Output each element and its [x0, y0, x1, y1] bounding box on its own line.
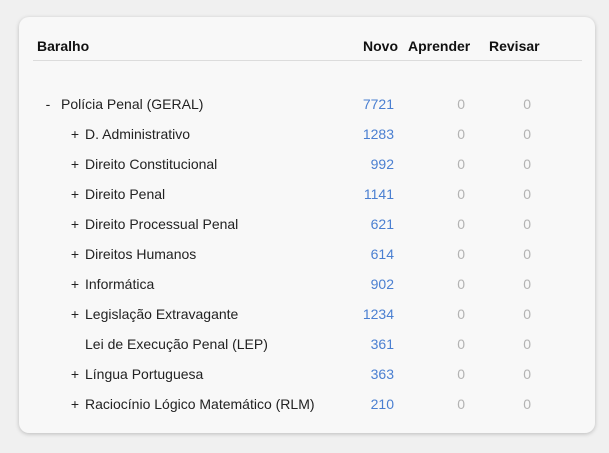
- new-count: 361: [370, 336, 394, 352]
- review-count: 0: [523, 216, 531, 232]
- review-count: 0: [523, 96, 531, 112]
- expand-toggle[interactable]: +: [69, 246, 81, 262]
- deck-name-link[interactable]: Língua Portuguesa: [85, 366, 203, 382]
- deck-name-link[interactable]: Direito Penal: [85, 186, 165, 202]
- deck-table-header: Baralho Novo Aprender Revisar: [19, 17, 595, 61]
- learn-count: 0: [457, 396, 465, 412]
- deck-row: + Legislação Extravagante 1234 0 0: [19, 301, 595, 331]
- expand-toggle[interactable]: +: [69, 366, 81, 382]
- new-count: 1283: [362, 126, 394, 142]
- deck-row: + D. Administrativo 1283 0 0: [19, 121, 595, 151]
- deck-name-link[interactable]: Direitos Humanos: [85, 246, 196, 262]
- review-count: 0: [523, 306, 531, 322]
- new-count: 992: [370, 156, 394, 172]
- learn-count: 0: [457, 336, 465, 352]
- deck-name-link[interactable]: Direito Constitucional: [85, 156, 217, 172]
- new-count: 614: [370, 246, 394, 262]
- deck-row: Lei de Execução Penal (LEP) 361 0 0: [19, 331, 595, 361]
- learn-count: 0: [457, 156, 465, 172]
- deck-name-link[interactable]: Raciocínio Lógico Matemático (RLM): [85, 396, 315, 412]
- review-count: 0: [523, 186, 531, 202]
- expand-toggle[interactable]: +: [69, 156, 81, 172]
- learn-count: 0: [457, 126, 465, 142]
- deck-name-link[interactable]: Lei de Execução Penal (LEP): [85, 336, 268, 352]
- deck-row: + Direito Constitucional 992 0 0: [19, 151, 595, 181]
- column-header-new: Novo: [363, 38, 398, 54]
- deck-row: + Direitos Humanos 614 0 0: [19, 241, 595, 271]
- deck-row: - Polícia Penal (GERAL) 7721 0 0: [19, 91, 595, 121]
- learn-count: 0: [457, 246, 465, 262]
- column-header-deck: Baralho: [37, 38, 90, 54]
- column-header-learn: Aprender: [408, 38, 471, 54]
- review-count: 0: [523, 126, 531, 142]
- review-count: 0: [523, 246, 531, 262]
- column-header-review: Revisar: [489, 38, 540, 54]
- review-count: 0: [523, 336, 531, 352]
- review-count: 0: [523, 366, 531, 382]
- deck-list-card: Baralho Novo Aprender Revisar - Polícia …: [19, 17, 595, 433]
- deck-row: + Língua Portuguesa 363 0 0: [19, 361, 595, 391]
- deck-name-link[interactable]: D. Administrativo: [85, 126, 190, 142]
- deck-rows: - Polícia Penal (GERAL) 7721 0 0 + D. Ad…: [19, 91, 595, 421]
- learn-count: 0: [457, 306, 465, 322]
- new-count: 210: [370, 396, 394, 412]
- new-count: 7721: [362, 96, 394, 112]
- expand-toggle[interactable]: +: [69, 186, 81, 202]
- header-divider: [33, 60, 582, 61]
- new-count: 621: [370, 216, 394, 232]
- deck-row: + Raciocínio Lógico Matemático (RLM) 210…: [19, 391, 595, 421]
- review-count: 0: [523, 276, 531, 292]
- expand-toggle[interactable]: +: [69, 396, 81, 412]
- new-count: 902: [370, 276, 394, 292]
- expand-toggle[interactable]: +: [69, 126, 81, 142]
- deck-name-link[interactable]: Informática: [85, 276, 154, 292]
- deck-row: + Direito Penal 1141 0 0: [19, 181, 595, 211]
- expand-toggle[interactable]: +: [69, 306, 81, 322]
- expand-toggle[interactable]: +: [69, 216, 81, 232]
- review-count: 0: [523, 396, 531, 412]
- deck-name-link[interactable]: Direito Processual Penal: [85, 216, 238, 232]
- deck-row: + Informática 902 0 0: [19, 271, 595, 301]
- learn-count: 0: [457, 276, 465, 292]
- new-count: 1234: [362, 306, 394, 322]
- review-count: 0: [523, 156, 531, 172]
- learn-count: 0: [457, 96, 465, 112]
- deck-name-link[interactable]: Legislação Extravagante: [85, 306, 238, 322]
- deck-name-link[interactable]: Polícia Penal (GERAL): [61, 96, 203, 112]
- new-count: 1141: [363, 186, 394, 202]
- learn-count: 0: [457, 366, 465, 382]
- collapse-toggle[interactable]: -: [42, 96, 54, 112]
- learn-count: 0: [457, 186, 465, 202]
- new-count: 363: [370, 366, 394, 382]
- learn-count: 0: [457, 216, 465, 232]
- deck-row: + Direito Processual Penal 621 0 0: [19, 211, 595, 241]
- expand-toggle[interactable]: +: [69, 276, 81, 292]
